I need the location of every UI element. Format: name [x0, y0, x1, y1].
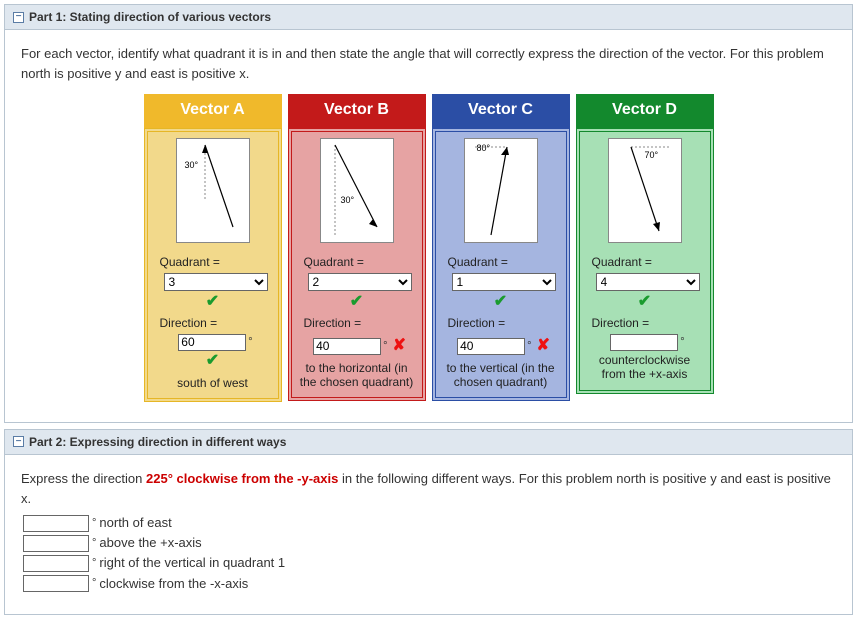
direction-label: Direction =	[586, 314, 704, 333]
vector-a-column: Vector A 30° Quadrant = 3 ✔	[144, 94, 282, 402]
vector-d-direction-input[interactable]	[610, 334, 678, 351]
part2-input-2[interactable]	[23, 555, 89, 572]
check-icon: ✔	[298, 293, 416, 311]
minus-icon[interactable]: −	[13, 12, 24, 23]
part1-title: Part 1: Stating direction of various vec…	[29, 10, 271, 24]
vector-d-diagram: 70°	[608, 138, 682, 243]
vector-a-title: Vector A	[144, 94, 282, 128]
part2-label-3: clockwise from the -x-axis	[99, 574, 248, 594]
part2-label-2: right of the vertical in quadrant 1	[99, 553, 285, 573]
vector-d-column: Vector D 70° Quadrant = 4 ✔	[576, 94, 714, 402]
vector-c-description: to the vertical (in the chosen quadrant)	[442, 361, 560, 390]
part2-row: ° above the +x-axis	[23, 533, 836, 553]
vector-b-title: Vector B	[288, 94, 426, 128]
vector-b-column: Vector B 30° Quadrant = 2 ✔	[288, 94, 426, 402]
vector-c-box: 80° Quadrant = 1 ✔ Direction = ° ✘ to th…	[432, 128, 570, 401]
part2-input-1[interactable]	[23, 535, 89, 552]
quadrant-label: Quadrant =	[298, 253, 416, 272]
part2-row: ° clockwise from the -x-axis	[23, 574, 836, 594]
vector-b-angle-label: 30°	[341, 194, 355, 208]
part2-panel: − Part 2: Expressing direction in differ…	[4, 429, 853, 615]
vector-a-quadrant-select[interactable]: 3	[164, 273, 268, 291]
part2-input-0[interactable]	[23, 515, 89, 532]
direction-label: Direction =	[298, 314, 416, 333]
part1-body: For each vector, identify what quadrant …	[5, 30, 852, 422]
vector-a-diagram: 30°	[176, 138, 250, 243]
vector-d-quadrant-select[interactable]: 4	[596, 273, 700, 291]
vector-c-angle-label: 80°	[477, 142, 491, 156]
part1-header[interactable]: − Part 1: Stating direction of various v…	[5, 5, 852, 30]
vector-d-description: counterclockwise from the +x-axis	[586, 353, 704, 382]
check-icon: ✔	[442, 293, 560, 311]
part2-instructions: Express the direction 225° clockwise fro…	[21, 469, 836, 509]
vector-b-box: 30° Quadrant = 2 ✔ Direction = ° ✘ to th…	[288, 128, 426, 401]
vector-a-direction-input[interactable]	[178, 334, 246, 351]
vector-a-box: 30° Quadrant = 3 ✔ Direction = ° ✔ south…	[144, 128, 282, 402]
vector-b-quadrant-select[interactable]: 2	[308, 273, 412, 291]
vector-a-description: south of west	[154, 376, 272, 390]
quadrant-label: Quadrant =	[154, 253, 272, 272]
vector-b-description: to the horizontal (in the chosen quadran…	[298, 361, 416, 390]
part1-panel: − Part 1: Stating direction of various v…	[4, 4, 853, 423]
part2-highlight: 225° clockwise from the -y-axis	[146, 471, 338, 486]
degree-symbol: °	[527, 338, 531, 355]
vector-c-quadrant-select[interactable]: 1	[452, 273, 556, 291]
check-icon: ✔	[154, 293, 272, 311]
degree-symbol: °	[680, 334, 684, 351]
part2-header[interactable]: − Part 2: Expressing direction in differ…	[5, 430, 852, 455]
part2-title: Part 2: Expressing direction in differen…	[29, 435, 286, 449]
part2-row: ° north of east	[23, 513, 836, 533]
degree-symbol: °	[248, 334, 252, 351]
quadrant-label: Quadrant =	[586, 253, 704, 272]
vector-b-diagram: 30°	[320, 138, 394, 243]
part2-label-0: north of east	[99, 513, 171, 533]
direction-label: Direction =	[154, 314, 272, 333]
part2-label-1: above the +x-axis	[99, 533, 201, 553]
degree-symbol: °	[383, 338, 387, 355]
vector-b-direction-input[interactable]	[313, 338, 381, 355]
vector-a-angle-label: 30°	[185, 159, 199, 173]
part2-inputs: ° north of east ° above the +x-axis ° ri…	[23, 513, 836, 594]
check-icon: ✔	[586, 293, 704, 311]
quadrant-label: Quadrant =	[442, 253, 560, 272]
vectors-row: Vector A 30° Quadrant = 3 ✔	[21, 94, 836, 402]
vector-c-column: Vector C 80° Quadrant = 1 ✔	[432, 94, 570, 402]
direction-label: Direction =	[442, 314, 560, 333]
cross-icon: ✘	[537, 334, 550, 359]
vector-d-title: Vector D	[576, 94, 714, 128]
part1-instructions: For each vector, identify what quadrant …	[21, 44, 836, 84]
check-icon: ✔	[154, 352, 272, 370]
vector-c-diagram: 80°	[464, 138, 538, 243]
vector-d-box: 70° Quadrant = 4 ✔ Direction = ° counter…	[576, 128, 714, 394]
part2-row: ° right of the vertical in quadrant 1	[23, 553, 836, 573]
vector-c-direction-input[interactable]	[457, 338, 525, 355]
vector-d-angle-label: 70°	[645, 149, 659, 163]
vector-c-title: Vector C	[432, 94, 570, 128]
cross-icon: ✘	[393, 334, 406, 359]
part2-input-3[interactable]	[23, 575, 89, 592]
minus-icon[interactable]: −	[13, 436, 24, 447]
part2-body: Express the direction 225° clockwise fro…	[5, 455, 852, 614]
